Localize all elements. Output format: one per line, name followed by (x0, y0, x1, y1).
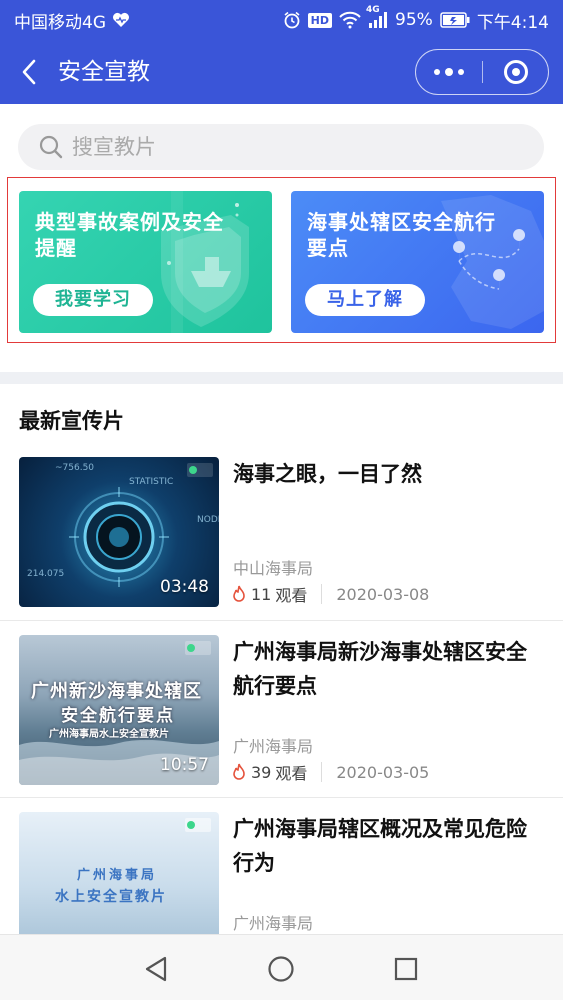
system-nav-bar (0, 934, 563, 1000)
thumb-caption: 广州海事局 (77, 868, 158, 883)
clock: 下午4:14 (476, 12, 549, 33)
chevron-left-icon (22, 59, 36, 85)
video-duration: 10:57 (160, 755, 209, 775)
thumb-number: ~756.50 (55, 463, 95, 473)
status-bar: 中国移动4G HD 4G 95% 下午4:14 (0, 0, 563, 40)
back-button[interactable] (14, 56, 44, 88)
video-source: 广州海事局 (233, 914, 314, 933)
section-divider (0, 372, 563, 384)
network-type-label: 4G (366, 5, 380, 15)
view-count: 39 (251, 762, 272, 782)
search-bar[interactable] (18, 124, 544, 170)
thumb-caption: 广州海事局水上安全宣教片 (49, 729, 169, 740)
heart-icon (112, 12, 130, 28)
video-title: 广州海事局新沙海事处辖区安全航行要点 (233, 640, 527, 698)
nav-back-button[interactable] (140, 953, 172, 985)
learn-more-button[interactable]: 马上了解 (305, 284, 425, 316)
thumb-node-label: NODE (197, 515, 219, 525)
banner-title: 海事处辖区安全航行要点 (307, 210, 496, 260)
carrier-label: 中国移动4G (14, 12, 106, 33)
target-icon (503, 60, 528, 84)
thumb-caption: 安全航行要点 (61, 706, 175, 726)
view-label: 观看 (275, 764, 308, 783)
thumb-caption: 水上安全宣教片 (55, 889, 167, 905)
list-divider (0, 620, 563, 621)
learn-button[interactable]: 我要学习 (33, 284, 153, 316)
more-button[interactable] (416, 50, 482, 94)
list-divider (0, 797, 563, 798)
banner-title: 典型事故案例及安全提醒 (35, 210, 224, 260)
battery-icon (440, 12, 470, 28)
banner-accident-cases[interactable]: 典型事故案例及安全提醒 我要学习 (19, 191, 272, 333)
video-date: 2020-03-05 (336, 762, 430, 782)
fire-icon (233, 763, 245, 780)
video-item[interactable]: STATISTIC NODE ~756.50 214.075 03:48 海事之… (0, 457, 563, 633)
video-thumbnail[interactable]: 广州新沙海事处辖区 安全航行要点 广州海事局水上安全宣教片 10:57 (19, 635, 219, 785)
video-meta: 39 观看 2020-03-05 (231, 760, 429, 784)
video-item[interactable]: 广州新沙海事处辖区 安全航行要点 广州海事局水上安全宣教片 10:57 广州海事… (0, 635, 563, 811)
video-meta: 11 观看 2020-03-08 (231, 582, 429, 606)
close-miniapp-button[interactable] (483, 50, 548, 94)
search-input[interactable] (72, 135, 472, 159)
wifi-icon (339, 11, 361, 29)
view-count: 11 (251, 584, 272, 604)
battery-percent: 95% (395, 10, 433, 30)
video-thumbnail[interactable]: STATISTIC NODE ~756.50 214.075 03:48 (19, 457, 219, 607)
nav-recents-button[interactable] (390, 953, 422, 985)
signal-icon: 4G (366, 5, 388, 29)
miniapp-capsule (415, 49, 549, 95)
video-source: 广州海事局 (233, 737, 314, 756)
search-icon (39, 135, 63, 159)
triangle-back-icon (145, 956, 167, 982)
section-title: 最新宣传片 (19, 409, 124, 433)
alarm-icon (283, 11, 301, 29)
video-source: 中山海事局 (233, 559, 314, 578)
circle-home-icon (268, 956, 294, 982)
thumb-caption: 广州新沙海事处辖区 (31, 681, 202, 702)
nav-home-button[interactable] (265, 953, 297, 985)
nav-bar: 安全宣教 (0, 40, 563, 104)
hd-icon: HD (307, 12, 333, 28)
view-label: 观看 (275, 586, 308, 605)
video-title: 海事之眼，一目了然 (233, 462, 422, 486)
video-title: 广州海事局辖区概况及常见危险行为 (233, 817, 527, 875)
video-duration: 03:48 (160, 577, 209, 597)
thumb-number: 214.075 (27, 569, 65, 579)
square-recents-icon (394, 957, 418, 981)
thumb-stat-label: STATISTIC (129, 477, 174, 487)
video-date: 2020-03-08 (336, 584, 430, 604)
page-title: 安全宣教 (58, 59, 150, 85)
banner-navigation-points[interactable]: 海事处辖区安全航行要点 马上了解 (291, 191, 544, 333)
fire-icon (233, 585, 245, 602)
